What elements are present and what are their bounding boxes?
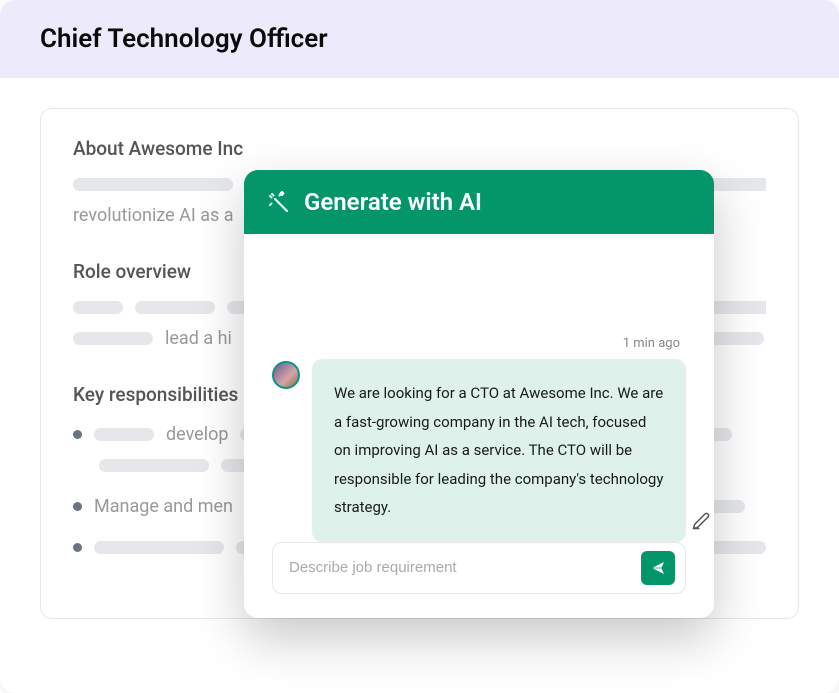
pencil-icon xyxy=(692,512,710,530)
ai-modal-title: Generate with AI xyxy=(304,188,482,216)
skeleton-bar xyxy=(94,541,224,554)
partial-text: lead a hi xyxy=(165,328,232,349)
avatar xyxy=(272,361,300,389)
skeleton-bar xyxy=(99,459,209,472)
header-bar: Chief Technology Officer xyxy=(0,0,839,78)
page-title: Chief Technology Officer xyxy=(40,24,799,54)
ai-modal: Generate with AI 1 min ago We are lookin… xyxy=(244,170,714,618)
message-bubble: We are looking for a CTO at Awesome Inc.… xyxy=(312,359,686,542)
send-button[interactable] xyxy=(641,551,675,585)
bullet-icon xyxy=(73,543,82,552)
partial-text: develop xyxy=(166,424,228,445)
skeleton-bar xyxy=(73,332,153,345)
bullet-icon xyxy=(73,502,82,511)
skeleton-bar xyxy=(73,178,233,191)
send-icon xyxy=(650,560,666,576)
ai-modal-header: Generate with AI xyxy=(244,170,714,234)
about-heading: About Awesome Inc xyxy=(73,137,766,160)
page-container: Chief Technology Officer About Awesome I… xyxy=(0,0,839,693)
ai-modal-body: 1 min ago We are looking for a CTO at Aw… xyxy=(244,234,714,618)
magic-wand-icon xyxy=(266,190,290,214)
partial-text: Manage and men xyxy=(94,496,233,517)
skeleton-bar xyxy=(73,301,123,314)
bullet-icon xyxy=(73,430,82,439)
prompt-input[interactable] xyxy=(289,559,641,576)
message-timestamp: 1 min ago xyxy=(272,336,686,351)
skeleton-bar xyxy=(94,428,154,441)
edit-button[interactable] xyxy=(692,512,710,534)
partial-text: revolutionize AI as a xyxy=(73,205,234,226)
skeleton-bar xyxy=(135,301,215,314)
input-row xyxy=(272,542,686,594)
message-row: We are looking for a CTO at Awesome Inc.… xyxy=(272,359,686,542)
